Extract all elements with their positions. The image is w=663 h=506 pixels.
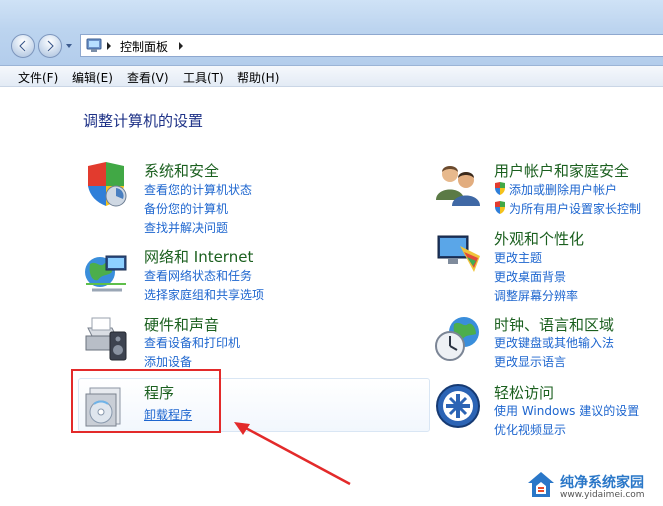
user-accounts-icon[interactable] <box>434 160 482 208</box>
category-title-clock-language[interactable]: 时钟、语言和区域 <box>494 314 614 335</box>
arrow-left-icon <box>18 40 26 52</box>
category-title-user-accounts[interactable]: 用户帐户和家庭安全 <box>494 160 629 181</box>
category-title-ease-of-access[interactable]: 轻松访问 <box>494 382 554 403</box>
category-title-appearance[interactable]: 外观和个性化 <box>494 228 584 249</box>
back-button[interactable] <box>11 34 35 58</box>
uac-shield-icon <box>495 182 505 195</box>
link-text: 添加或删除用户帐户 <box>509 183 618 197</box>
menu-bar: 文件(F) 编辑(E) 查看(V) 工具(T) 帮助(H) <box>0 66 663 87</box>
clock-language-icon[interactable] <box>434 314 482 362</box>
link-view-computer-status[interactable]: 查看您的计算机状态 <box>144 181 252 198</box>
breadcrumb-arrow-icon[interactable] <box>177 41 185 51</box>
page-heading: 调整计算机的设置 <box>83 112 204 130</box>
forward-button[interactable] <box>38 34 62 58</box>
menu-view[interactable]: 查看(V) <box>127 69 169 86</box>
menu-help[interactable]: 帮助(H) <box>237 69 279 86</box>
link-devices-printers[interactable]: 查看设备和打印机 <box>144 334 240 351</box>
link-backup-computer[interactable]: 备份您的计算机 <box>144 200 228 217</box>
link-optimize-video[interactable]: 优化视频显示 <box>494 421 566 438</box>
hardware-sound-icon[interactable] <box>82 314 130 362</box>
uac-shield-icon <box>495 201 505 214</box>
arrow-right-icon <box>47 40 55 52</box>
appearance-icon[interactable] <box>434 228 482 276</box>
address-bar[interactable]: 控制面板 <box>80 34 663 57</box>
link-network-status[interactable]: 查看网络状态和任务 <box>144 267 252 284</box>
content-area: 调整计算机的设置 系统和安全 查看您的计算机状态 备份您的计算机 查找并解决问题… <box>0 88 663 506</box>
link-text: 为所有用户设置家长控制 <box>509 202 642 216</box>
menu-tools[interactable]: 工具(T) <box>183 69 224 86</box>
breadcrumb-arrow-icon[interactable] <box>105 41 113 51</box>
breadcrumb-control-panel[interactable]: 控制面板 <box>120 38 168 55</box>
watermark-url: www.yidaimei.com <box>560 490 645 500</box>
category-title-hardware-sound[interactable]: 硬件和声音 <box>144 314 219 335</box>
category-title-network[interactable]: 网络和 Internet <box>144 246 253 267</box>
watermark-title: 纯净系统家园 <box>560 475 644 491</box>
control-panel-icon <box>86 38 102 52</box>
category-title-system-security[interactable]: 系统和安全 <box>144 160 219 181</box>
link-parental-controls[interactable]: 为所有用户设置家长控制 <box>494 200 641 217</box>
menu-edit[interactable]: 编辑(E) <box>72 69 113 86</box>
link-add-device[interactable]: 添加设备 <box>144 353 192 370</box>
link-troubleshoot[interactable]: 查找并解决问题 <box>144 219 228 236</box>
link-windows-recommended-settings[interactable]: 使用 Windows 建议的设置 <box>494 402 639 419</box>
network-icon[interactable] <box>82 246 130 294</box>
watermark-logo: 纯净系统家园 www.yidaimei.com <box>520 466 663 506</box>
system-security-icon[interactable] <box>82 160 130 208</box>
link-add-remove-accounts[interactable]: 添加或删除用户帐户 <box>494 181 617 198</box>
link-change-keyboard[interactable]: 更改键盘或其他输入法 <box>494 334 614 351</box>
window-chrome: 控制面板 <box>0 0 663 66</box>
annotation-highlight-box <box>71 369 221 433</box>
link-change-theme[interactable]: 更改主题 <box>494 249 542 266</box>
annotation-arrow-icon <box>234 422 351 486</box>
recent-pages-dropdown-icon[interactable] <box>65 42 73 50</box>
link-change-display-language[interactable]: 更改显示语言 <box>494 353 566 370</box>
link-screen-resolution[interactable]: 调整屏幕分辨率 <box>494 287 578 304</box>
home-logo-icon <box>528 472 554 497</box>
link-change-background[interactable]: 更改桌面背景 <box>494 268 566 285</box>
ease-of-access-icon[interactable] <box>434 382 482 430</box>
menu-file[interactable]: 文件(F) <box>18 69 58 86</box>
link-homegroup-sharing[interactable]: 选择家庭组和共享选项 <box>144 286 264 303</box>
